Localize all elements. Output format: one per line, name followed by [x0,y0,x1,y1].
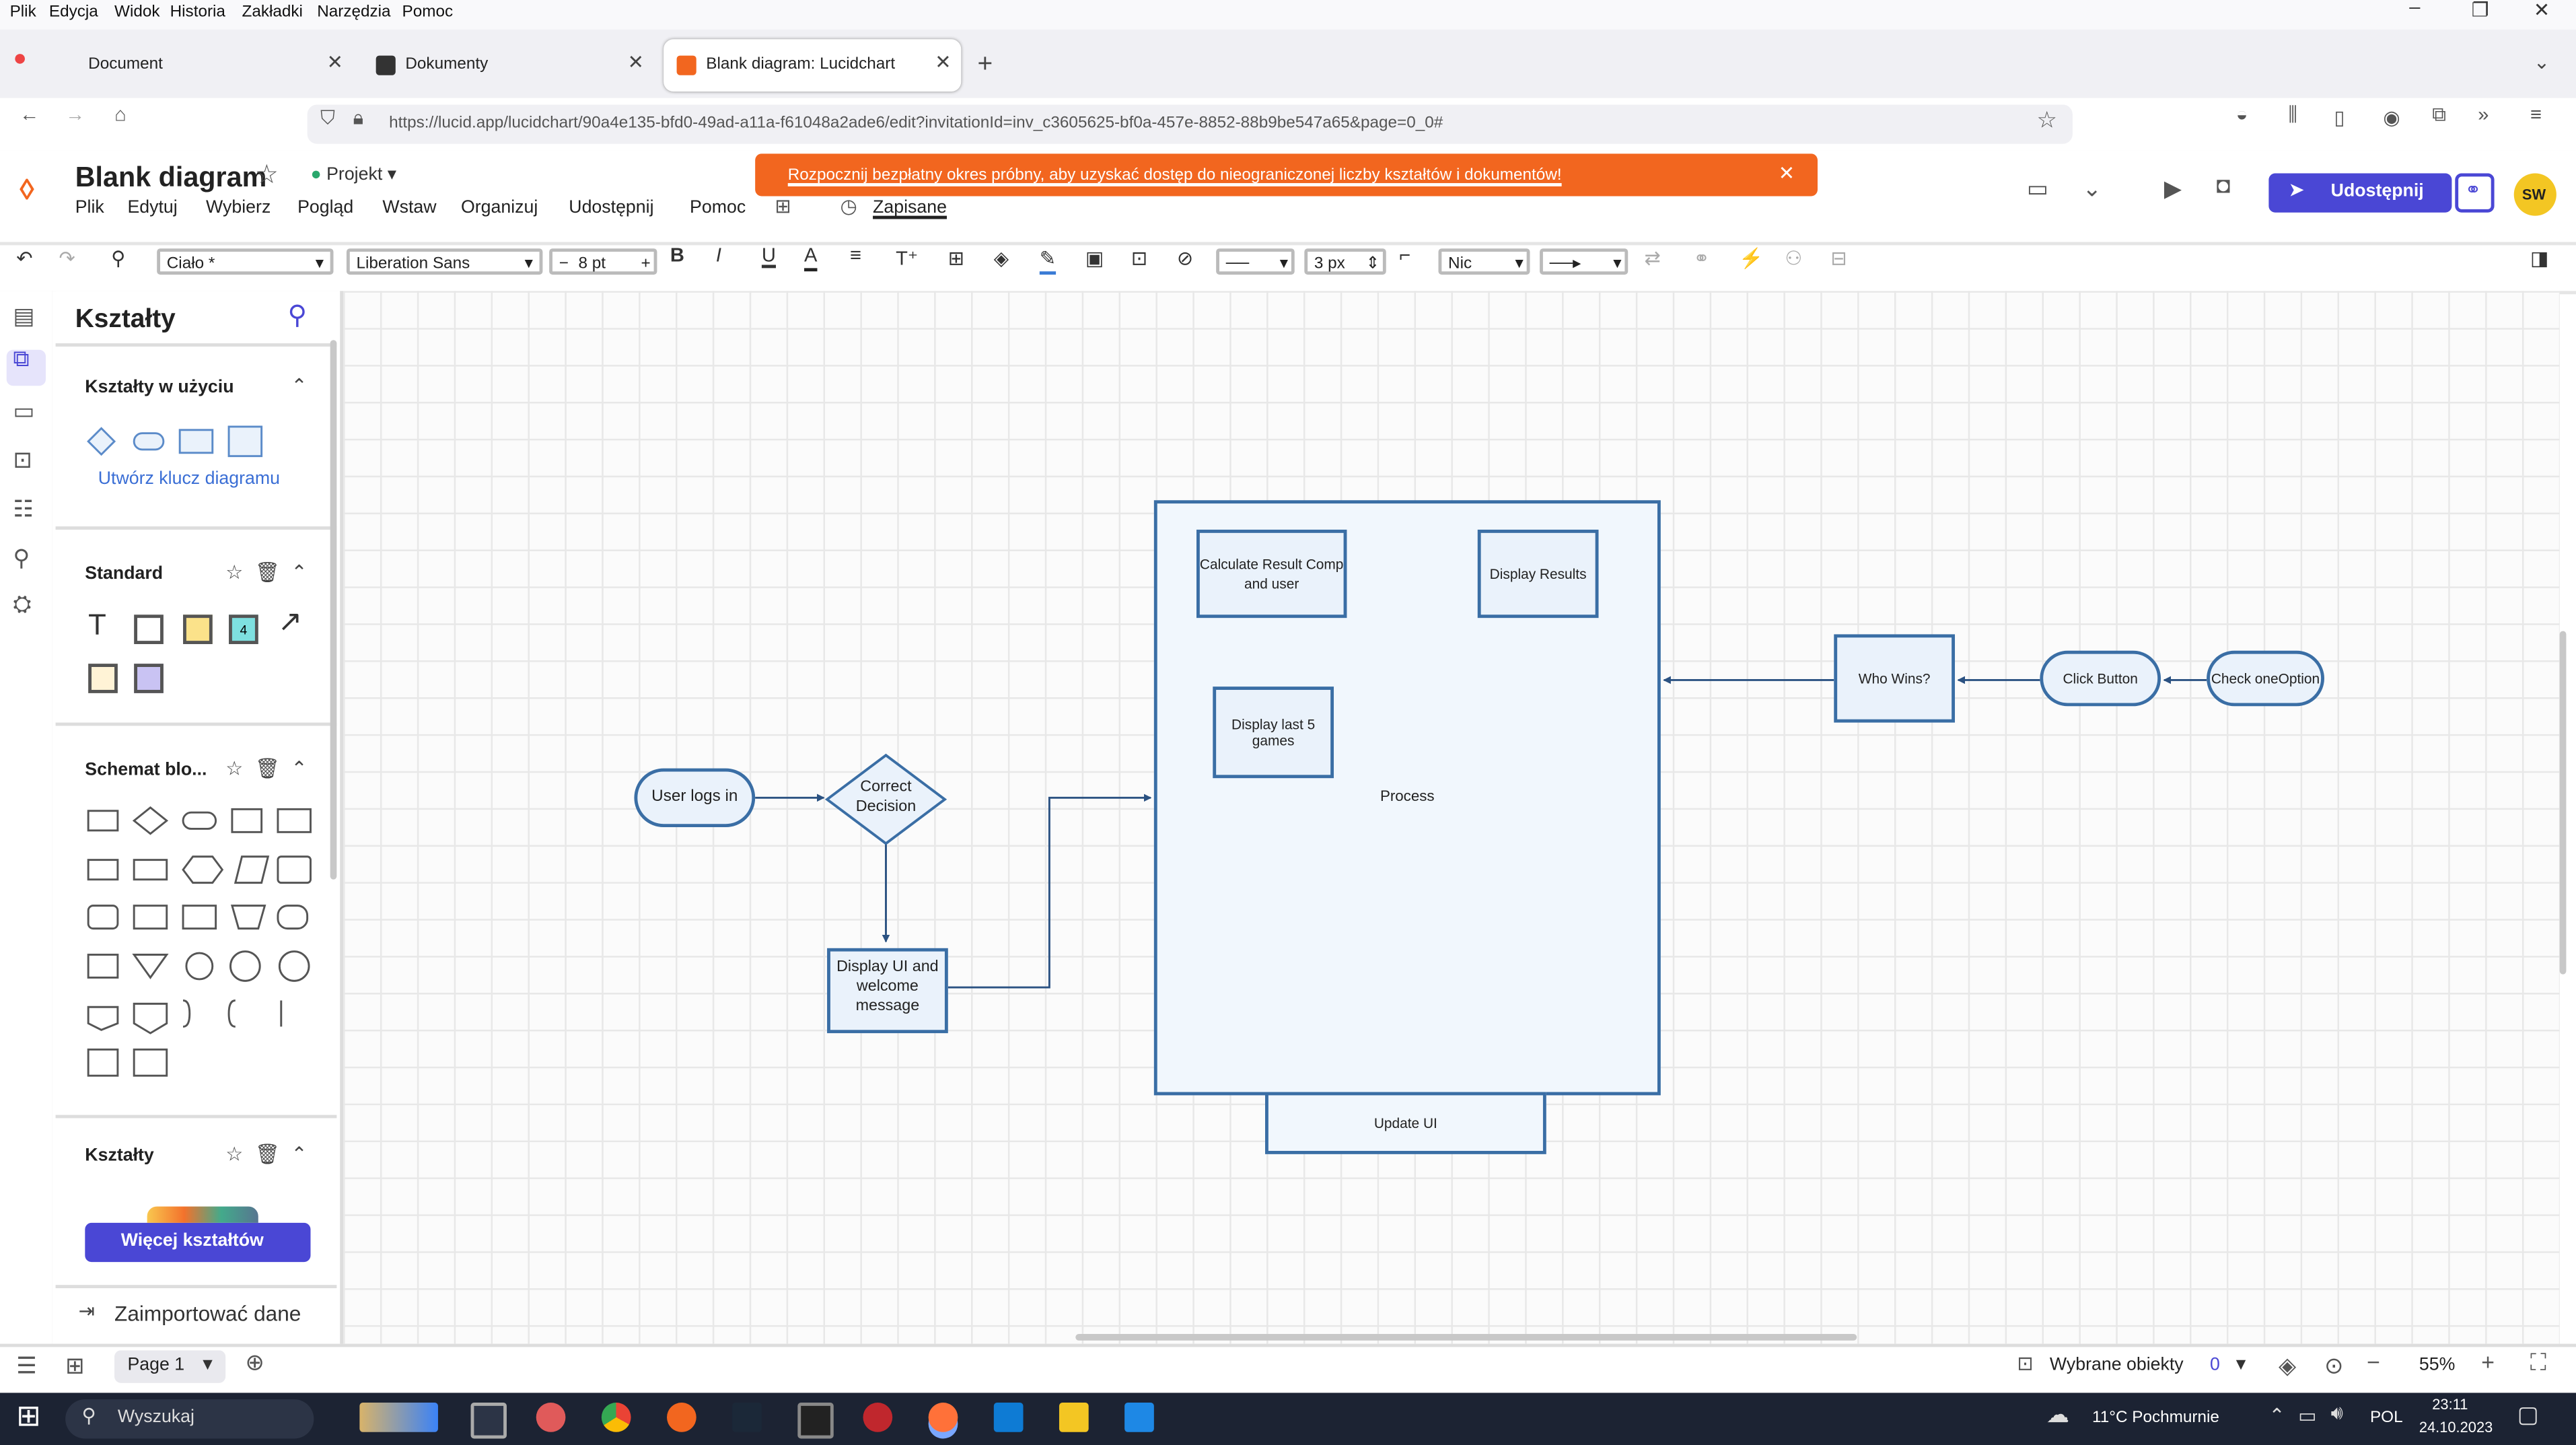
search-highlight-icon[interactable] [359,1403,438,1432]
horizontal-scrollbar[interactable] [1075,1334,1857,1341]
chevron-down-icon[interactable]: ▾ [2236,1353,2246,1376]
add-page-icon[interactable]: ⊕ [245,1350,264,1376]
page-tab[interactable]: Page 1 ▾ [114,1350,226,1383]
node-label: Display UI and welcome message [836,962,939,1017]
node-label: Click Button [2063,670,2138,686]
terminal-icon[interactable] [797,1403,834,1439]
node-click-button[interactable]: Click Button [2040,650,2161,707]
taskbar-search[interactable]: ⚲ Wyszukaj [65,1399,314,1439]
connector-display-to-process[interactable] [947,794,1152,989]
task-view-icon[interactable] [470,1403,507,1439]
node-label: Check oneOption [2211,670,2320,686]
node-update-ui[interactable]: Update UI [1265,1092,1546,1154]
bottom-bar [0,1343,2576,1397]
search-placeholder: Wyszukaj [117,1409,194,1429]
fullscreen-icon[interactable]: ⛶ [2530,1353,2546,1380]
clock-date[interactable]: 24.10.2023 [2419,1419,2493,1435]
language-indicator[interactable]: POL [2370,1409,2403,1429]
chevron-down-icon[interactable]: ▾ [203,1353,213,1376]
node-display-ui[interactable]: Display UI and welcome message [827,948,948,1034]
firefox-dev-icon[interactable] [667,1403,696,1432]
vertical-scrollbar[interactable] [2559,631,2567,975]
volume-icon[interactable]: 🔊︎ [2331,1406,2343,1429]
opera-icon[interactable] [863,1403,893,1432]
clock-time[interactable]: 23:11 [2432,1396,2468,1412]
node-label: Display last 5 games [1231,715,1316,749]
tray-chevron-icon[interactable]: ⌃ [2268,1406,2285,1429]
zoom-level[interactable]: 55% [2419,1357,2456,1376]
app-red-icon[interactable] [536,1403,566,1432]
windows-start-icon[interactable]: ⊞ [16,1399,41,1435]
node-label: User logs in [651,787,738,808]
navigate-icon[interactable]: ⊙ [2324,1353,2344,1380]
node-label: Who Wins? [1858,670,1931,686]
page-label: Page 1 [127,1357,185,1377]
vscode-icon[interactable] [993,1403,1024,1432]
grid-view-icon[interactable]: ⊞ [65,1353,85,1380]
container-label: Process [1380,788,1435,806]
node-calculate-result[interactable]: Calculate Result Comp and user [1196,529,1347,619]
node-user-logs-in[interactable]: User logs in [634,768,756,828]
notifications-icon[interactable]: ▢ [2517,1403,2539,1429]
weather-icon: ☁ [2046,1405,2070,1429]
screen: Plik Edycja Widok Historia Zakładki Narz… [0,0,2576,1445]
steam-icon[interactable] [732,1403,762,1432]
node-display-last5[interactable]: Display last 5 games [1213,686,1334,779]
node-who-wins[interactable]: Who Wins? [1834,634,1956,723]
network-icon[interactable]: ▭ [2298,1406,2317,1429]
node-check-one-option[interactable]: Check oneOption [2207,650,2324,707]
weather-text[interactable]: 11°C Pochmurnie [2092,1409,2219,1429]
node-label: Update UI [1373,1115,1437,1131]
app-blue-icon[interactable] [1124,1403,1154,1432]
zoom-in-icon[interactable]: + [2481,1353,2495,1376]
layers-icon[interactable]: ◈ [2279,1353,2296,1380]
search-icon: ⚲ [81,1409,96,1429]
list-view-icon[interactable]: ☰ [16,1353,37,1380]
selected-count: 0 [2209,1357,2220,1377]
file-explorer-icon[interactable] [1059,1403,1089,1432]
firefox-icon[interactable] [928,1403,958,1432]
node-label: Calculate Result Comp and user [1199,557,1344,590]
node-label: Display Results [1489,565,1587,582]
node-display-results[interactable]: Display Results [1477,529,1599,619]
chrome-icon[interactable] [601,1403,631,1432]
zoom-out-icon[interactable]: − [2367,1353,2380,1376]
decision-label: Correct Decision [855,781,917,816]
selection-icon: ⊡ [2017,1357,2034,1377]
selected-objects-label[interactable]: Wybrane obiekty [2050,1357,2184,1376]
